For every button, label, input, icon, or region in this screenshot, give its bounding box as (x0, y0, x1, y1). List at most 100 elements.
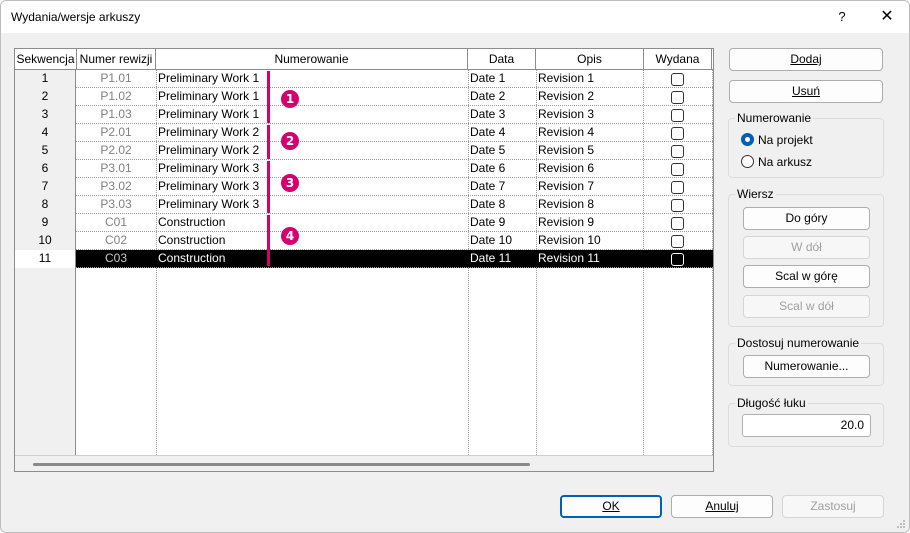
resize-grip-icon[interactable] (896, 519, 906, 529)
numbering-cell[interactable]: Preliminary Work 3 (157, 196, 467, 214)
numbering-settings-button[interactable]: Numerowanie... (743, 355, 870, 378)
description-cell[interactable]: Revision 8 (537, 196, 643, 214)
cancel-button[interactable]: Anuluj (671, 495, 773, 518)
issued-checkbox[interactable] (670, 90, 684, 104)
column-header-issued[interactable]: Wydana (644, 49, 712, 69)
sequence-cell[interactable]: 2 (15, 88, 76, 106)
numbering-cell[interactable]: Construction (157, 232, 467, 250)
revision-number-cell[interactable]: C03 (77, 250, 155, 268)
column-header-date[interactable]: Data (468, 49, 536, 69)
revision-number-cell[interactable]: P1.02 (77, 88, 155, 106)
description-cell[interactable]: Revision 1 (537, 70, 643, 88)
radio-dot-checked[interactable] (741, 133, 754, 146)
description-cell[interactable]: Revision 10 (537, 232, 643, 250)
numbering-cell[interactable]: Preliminary Work 3 (157, 178, 467, 196)
date-cell[interactable]: Date 2 (469, 88, 535, 106)
horizontal-scrollbar[interactable] (15, 455, 713, 471)
revision-number-cell[interactable]: P3.01 (77, 160, 155, 178)
date-cell[interactable]: Date 5 (469, 142, 535, 160)
revision-number-cell[interactable]: P3.03 (77, 196, 155, 214)
numbering-cell[interactable]: Preliminary Work 2 (157, 124, 467, 142)
table-row[interactable]: 10 C02 Construction Date 10 Revision 10 (15, 232, 713, 250)
column-header-numbering[interactable]: Numerowanie (156, 49, 468, 69)
column-header-sequence[interactable]: Sekwencja (15, 49, 77, 69)
issued-checkbox[interactable] (670, 180, 684, 194)
table-row[interactable]: 5 P2.02 Preliminary Work 2 Date 5 Revision 5 (15, 142, 713, 160)
table-row[interactable]: 3 P1.03 Preliminary Work 1 Date 3 Revision 3 (15, 106, 713, 124)
revision-number-cell[interactable]: P2.01 (77, 124, 155, 142)
sequence-cell[interactable]: 9 (15, 214, 76, 232)
description-cell[interactable]: Revision 4 (537, 124, 643, 142)
revision-number-cell[interactable]: P1.03 (77, 106, 155, 124)
sequence-cell[interactable]: 1 (15, 70, 76, 88)
description-cell[interactable]: Revision 2 (537, 88, 643, 106)
numbering-cell[interactable]: Construction (157, 250, 467, 268)
radio-dot-unchecked[interactable] (741, 155, 754, 168)
numbering-cell[interactable]: Preliminary Work 1 (157, 70, 467, 88)
move-up-button[interactable]: Do góry (743, 207, 870, 230)
table-row[interactable]: 7 P3.02 Preliminary Work 3 Date 7 Revision 7 (15, 178, 713, 196)
description-cell[interactable]: Revision 9 (537, 214, 643, 232)
sequence-cell[interactable]: 4 (15, 124, 76, 142)
description-cell[interactable]: Revision 7 (537, 178, 643, 196)
date-cell[interactable]: Date 4 (469, 124, 535, 142)
help-button[interactable]: ? (827, 3, 857, 31)
issued-checkbox[interactable] (670, 126, 684, 140)
scrollbar-thumb[interactable] (33, 463, 530, 466)
table-row[interactable]: 1 P1.01 Preliminary Work 1 Date 1 Revision 1 (15, 70, 713, 88)
table-row[interactable]: 4 P2.01 Preliminary Work 2 Date 4 Revision 4 (15, 124, 713, 142)
column-header-description[interactable]: Opis (536, 49, 644, 69)
sequence-cell[interactable]: 3 (15, 106, 76, 124)
revision-number-cell[interactable]: P2.02 (77, 142, 155, 160)
merge-up-button[interactable]: Scal w górę (743, 265, 870, 288)
table-row[interactable]: 9 C01 Construction Date 9 Revision 9 (15, 214, 713, 232)
sequence-cell[interactable]: 7 (15, 178, 76, 196)
numbering-cell[interactable]: Construction (157, 214, 467, 232)
revision-number-cell[interactable]: P3.02 (77, 178, 155, 196)
merge-down-button[interactable]: Scal w dół (743, 295, 870, 318)
close-icon[interactable]: ✕ (871, 3, 903, 31)
revision-number-cell[interactable]: P1.01 (77, 70, 155, 88)
ok-button[interactable]: OK (560, 495, 662, 518)
revision-number-cell[interactable]: C01 (77, 214, 155, 232)
issued-checkbox[interactable] (670, 198, 684, 212)
date-cell[interactable]: Date 8 (469, 196, 535, 214)
sequence-cell[interactable]: 10 (15, 232, 76, 250)
description-cell[interactable]: Revision 6 (537, 160, 643, 178)
sequence-cell[interactable]: 8 (15, 196, 76, 214)
date-cell[interactable]: Date 11 (469, 250, 535, 268)
date-cell[interactable]: Date 1 (469, 70, 535, 88)
issued-checkbox[interactable] (670, 234, 684, 248)
issued-checkbox[interactable] (670, 162, 684, 176)
arc-length-input[interactable]: 20.0 (742, 414, 871, 437)
numbering-cell[interactable]: Preliminary Work 1 (157, 106, 467, 124)
numbering-cell[interactable]: Preliminary Work 2 (157, 142, 467, 160)
table-row[interactable]: 2 P1.02 Preliminary Work 1 Date 2 Revision 2 (15, 88, 713, 106)
date-cell[interactable]: Date 10 (469, 232, 535, 250)
apply-button[interactable]: Zastosuj (782, 495, 884, 518)
issued-checkbox[interactable] (670, 144, 684, 158)
sequence-cell[interactable]: 5 (15, 142, 76, 160)
numbering-cell[interactable]: Preliminary Work 1 (157, 88, 467, 106)
description-cell[interactable]: Revision 5 (537, 142, 643, 160)
numbering-cell[interactable]: Preliminary Work 3 (157, 160, 467, 178)
move-down-button[interactable]: W dół (743, 236, 870, 259)
issued-checkbox[interactable] (670, 72, 684, 86)
column-header-revision-number[interactable]: Numer rewizji (77, 49, 156, 69)
description-cell[interactable]: Revision 11 (537, 250, 643, 268)
sequence-cell[interactable]: 6 (15, 160, 76, 178)
issued-checkbox[interactable] (670, 216, 684, 230)
add-button[interactable]: Dodaj (729, 48, 883, 71)
date-cell[interactable]: Date 3 (469, 106, 535, 124)
table-row[interactable]: 6 P3.01 Preliminary Work 3 Date 6 Revision 6 (15, 160, 713, 178)
issued-checkbox[interactable] (670, 108, 684, 122)
delete-button[interactable]: Usuń (729, 80, 883, 103)
date-cell[interactable]: Date 9 (469, 214, 535, 232)
table-row[interactable]: 8 P3.03 Preliminary Work 3 Date 8 Revision 8 (15, 196, 713, 214)
revision-number-cell[interactable]: C02 (77, 232, 155, 250)
issued-checkbox[interactable] (670, 252, 684, 266)
date-cell[interactable]: Date 6 (469, 160, 535, 178)
sequence-cell[interactable]: 11 (15, 250, 76, 268)
table-row[interactable]: 11 C03 Construction Date 11 Revision 11 (15, 250, 713, 268)
date-cell[interactable]: Date 7 (469, 178, 535, 196)
